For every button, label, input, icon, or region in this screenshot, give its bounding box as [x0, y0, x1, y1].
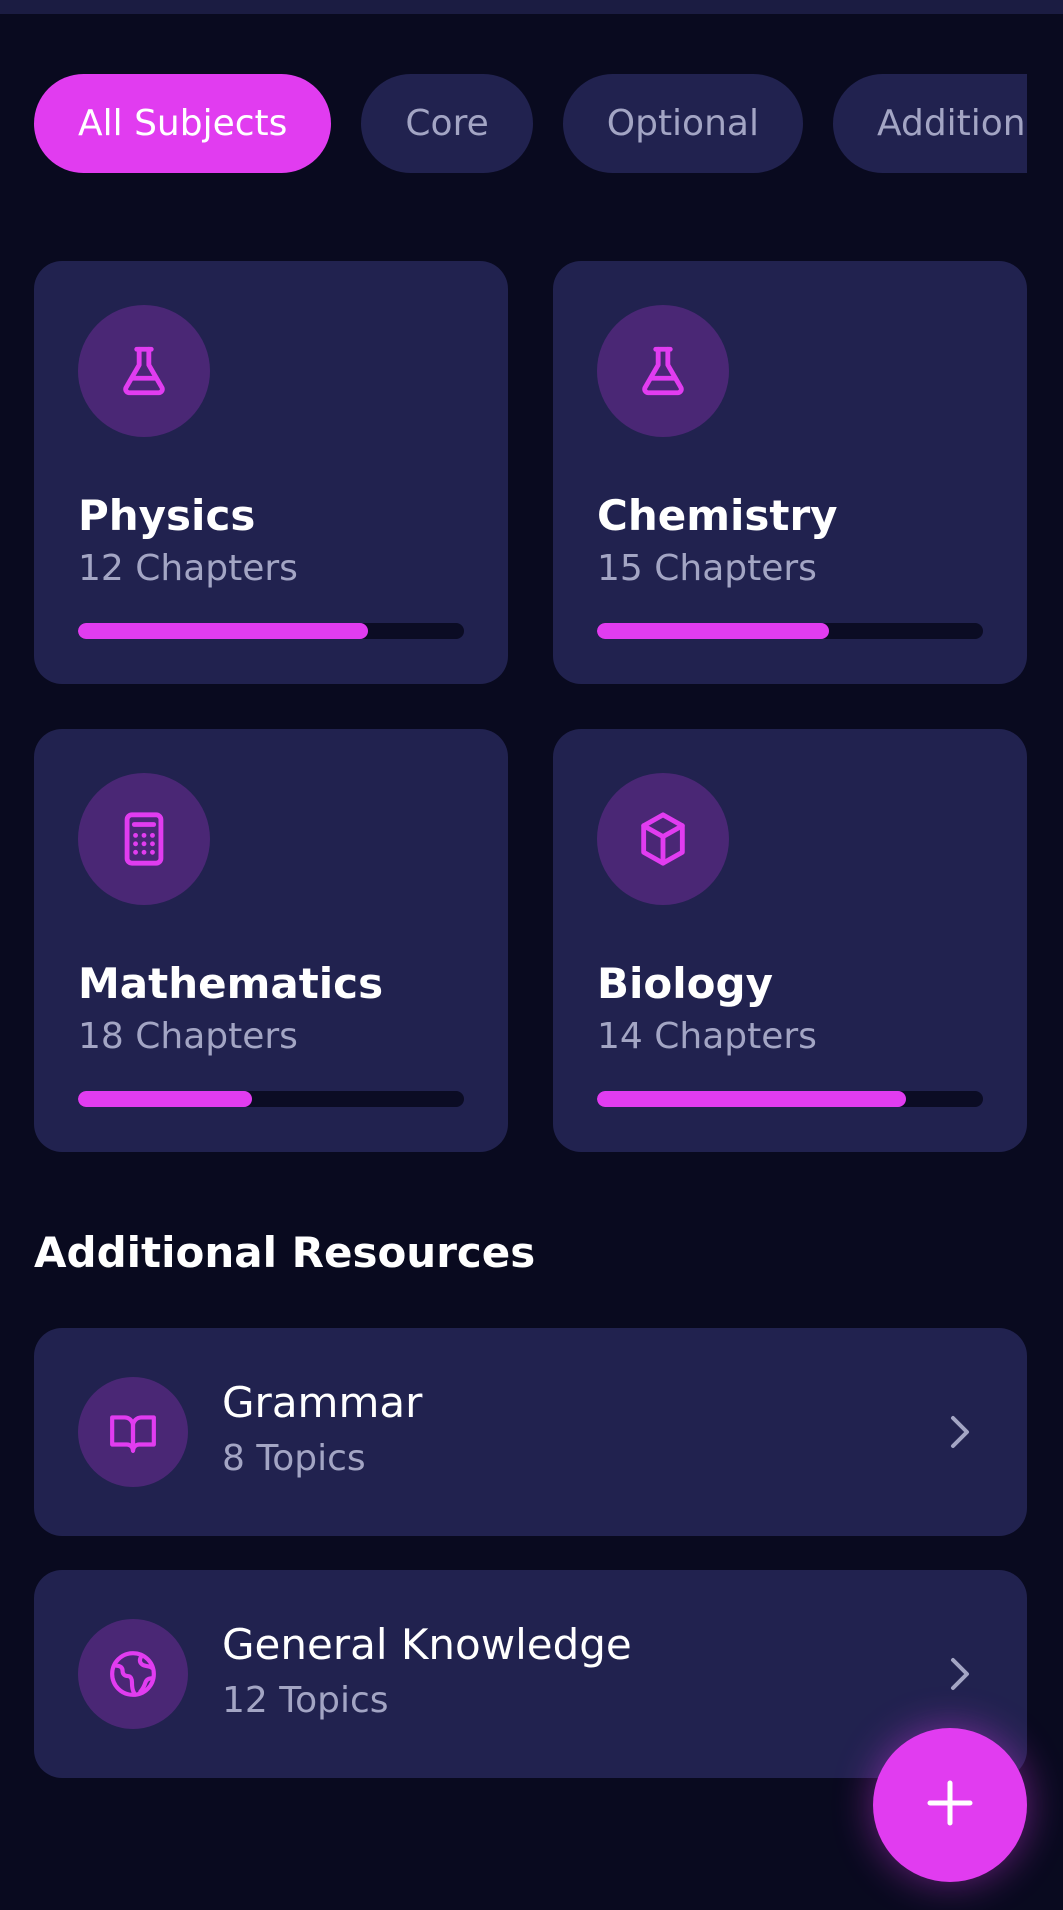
chip-all-subjects[interactable]: All Subjects — [34, 74, 332, 173]
subject-name: Biology — [597, 959, 773, 1008]
chip-additional[interactable]: Additional — [832, 74, 1027, 173]
progress-fill — [597, 1091, 906, 1107]
resource-item-general-knowledge[interactable]: General Knowledge 12 Topics — [34, 1570, 1027, 1778]
subject-name: Physics — [78, 491, 256, 540]
plus-icon — [920, 1773, 980, 1837]
resource-item-grammar[interactable]: Grammar 8 Topics — [34, 1328, 1027, 1536]
chevron-right-icon — [935, 1408, 983, 1460]
topic-count: 12 Topics — [222, 1680, 389, 1721]
chip-core[interactable]: Core — [361, 74, 533, 173]
chip-optional[interactable]: Optional — [562, 74, 803, 173]
top-status-bar — [0, 0, 1063, 14]
chapter-count: 15 Chapters — [597, 548, 817, 589]
filter-chips: All Subjects Core Optional Additional — [34, 74, 1027, 173]
section-title-additional-resources: Additional Resources — [34, 1228, 536, 1277]
subject-card-physics[interactable]: Physics 12 Chapters — [34, 261, 508, 684]
book-open-icon — [78, 1377, 188, 1487]
flask-icon — [597, 305, 729, 437]
progress-fill — [78, 623, 368, 639]
resource-name: General Knowledge — [222, 1620, 632, 1669]
add-button[interactable] — [873, 1728, 1027, 1882]
progress-bar — [597, 1091, 983, 1107]
progress-fill — [78, 1091, 252, 1107]
calculator-icon — [78, 773, 210, 905]
subject-card-chemistry[interactable]: Chemistry 15 Chapters — [553, 261, 1027, 684]
globe-icon — [78, 1619, 188, 1729]
chapter-count: 14 Chapters — [597, 1016, 817, 1057]
chapter-count: 12 Chapters — [78, 548, 298, 589]
resource-name: Grammar — [222, 1378, 423, 1427]
topic-count: 8 Topics — [222, 1438, 366, 1479]
subject-name: Mathematics — [78, 959, 384, 1008]
progress-bar — [78, 1091, 464, 1107]
progress-bar — [78, 623, 464, 639]
progress-bar — [597, 623, 983, 639]
subject-name: Chemistry — [597, 491, 838, 540]
progress-fill — [597, 623, 829, 639]
cube-icon — [597, 773, 729, 905]
chapter-count: 18 Chapters — [78, 1016, 298, 1057]
subject-card-mathematics[interactable]: Mathematics 18 Chapters — [34, 729, 508, 1152]
flask-icon — [78, 305, 210, 437]
subject-card-biology[interactable]: Biology 14 Chapters — [553, 729, 1027, 1152]
chevron-right-icon — [935, 1650, 983, 1702]
